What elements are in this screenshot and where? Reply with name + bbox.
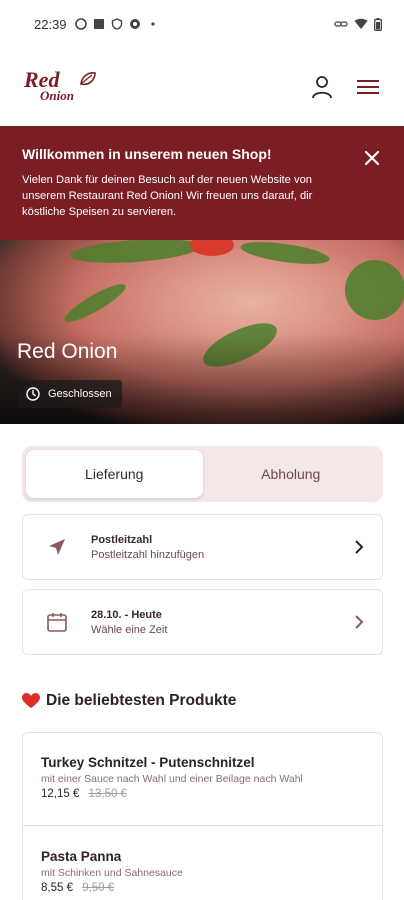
product-old-price: 9,50 € [82,882,115,894]
red-onion-logo[interactable]: Red Onion [24,67,104,107]
logo-text-onion: Onion [40,88,74,103]
product-description: mit Schinken und Sahnesauce [41,867,183,879]
clock-icon [26,387,40,401]
product-list: Turkey Schnitzel - Putenschnitzel mit ei… [22,732,383,900]
postcode-title: Postleitzahl [91,533,153,546]
hero-arugula-leaf [239,240,331,269]
product-item[interactable]: Pasta Panna mit Schinken und Sahnesauce … [23,849,382,894]
product-price: 8,55 € [41,882,73,894]
opening-status-text: Geschlossen [48,388,112,400]
postcode-subtitle: Postleitzahl hinzufügen [91,548,205,561]
app-header: Red Onion [0,48,404,126]
status-time: 22:39 [34,16,67,32]
product-name: Pasta Panna [41,849,122,864]
banner-close-button[interactable] [362,148,382,168]
time-subtitle: Wähle eine Zeit [91,623,168,636]
notification-icons [74,18,159,30]
shield-icon [111,18,122,30]
banner-title: Willkommen in unserem neuen Shop! [22,146,272,162]
link-icon [334,21,348,27]
chevron-right-icon [355,615,364,629]
hamburger-icon [357,80,379,94]
heart-icon [22,693,40,708]
square-notification-icon [93,19,104,29]
location-arrow-icon [45,535,69,559]
order-mode-toggle: Lieferung Abholung [22,446,383,502]
product-old-price: 13,50 € [88,788,127,800]
battery-icon [374,17,382,31]
user-icon [312,76,332,99]
product-price: 12,15 € [41,788,80,800]
chevron-right-icon [355,540,364,554]
hero-tomato [190,240,234,256]
popular-products-title: Die beliebtesten Produkte [46,692,237,709]
postcode-card[interactable]: Postleitzahl Postleitzahl hinzufügen [22,514,383,580]
time-selection-card[interactable]: 28.10. - Heute Wähle eine Zeit [22,589,383,655]
product-name: Turkey Schnitzel - Putenschnitzel [41,755,255,770]
status-bar: 22:39 [0,0,404,48]
banner-text: Vielen Dank für deinen Besuch auf der ne… [22,174,313,218]
notification-icon [74,18,87,30]
close-icon [364,150,380,166]
settings-notification-icon [129,19,140,29]
pickup-option[interactable]: Abholung [203,450,380,498]
product-item[interactable]: Turkey Schnitzel - Putenschnitzel mit ei… [23,755,382,800]
hero-arugula-leaf [345,260,404,320]
onion-leaf-icon [80,72,96,86]
hero-arugula-leaf [69,240,201,267]
welcome-banner: Willkommen in unserem neuen Shop! Vielen… [0,126,404,240]
restaurant-hero-image: Red Onion Geschlossen [0,240,404,424]
system-icons [334,17,382,31]
hero-arugula-leaf [60,278,130,328]
menu-button[interactable] [356,75,380,99]
delivery-option[interactable]: Lieferung [26,450,203,498]
product-divider [23,825,382,826]
calendar-icon [45,610,69,634]
account-button[interactable] [310,75,334,99]
more-notifications-icon [150,22,155,26]
restaurant-name: Red Onion [17,340,118,363]
popular-products-heading: Die beliebtesten Produkte [22,692,236,710]
product-description: mit einer Sauce nach Wahl und einer Beil… [41,773,303,785]
date-title: 28.10. - Heute [91,608,162,621]
opening-status-badge: Geschlossen [18,380,122,408]
wifi-icon [354,18,368,29]
